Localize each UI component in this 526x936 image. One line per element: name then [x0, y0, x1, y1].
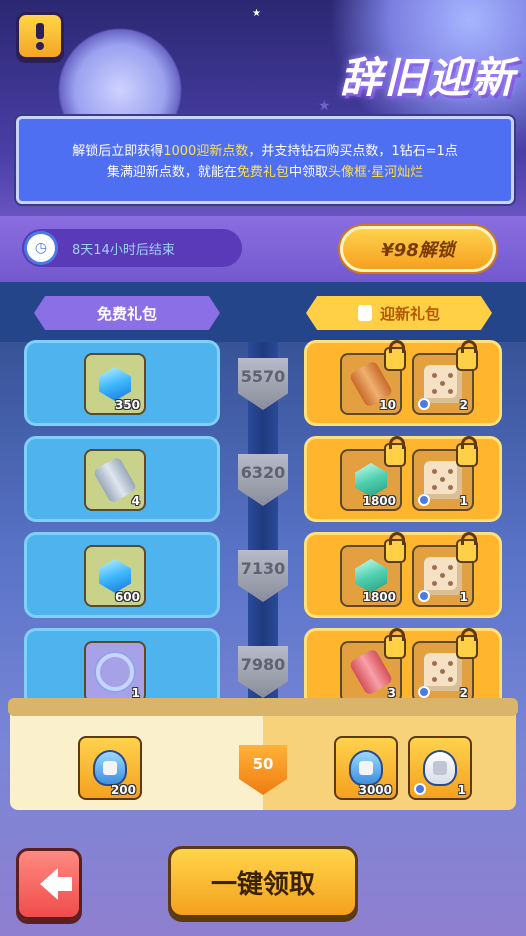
lock-icon: [357, 305, 372, 321]
final-paid-reward-item[interactable]: 3000: [334, 736, 398, 800]
paid-reward-item[interactable]: 1: [412, 436, 478, 511]
exclamation-icon: [36, 22, 44, 50]
final-free-reward-item[interactable]: 200: [78, 736, 142, 800]
blue-gem-icon: [99, 559, 131, 593]
paid-reward-card: 1800 1: [304, 532, 502, 618]
paid-reward-item[interactable]: 3: [340, 628, 406, 703]
paid-reward-item[interactable]: 1800: [340, 436, 406, 511]
lock-icon: [456, 628, 478, 659]
tab-new-year-gift[interactable]: 迎新礼包: [306, 296, 492, 330]
lock-icon: [384, 340, 406, 371]
padlock-icon: [423, 750, 457, 786]
dice-icon: [424, 557, 462, 595]
paid-reward-card: 1800 1: [304, 436, 502, 522]
points-milestone: 7130: [238, 550, 288, 602]
arrow-left-icon: [40, 868, 72, 900]
dice-icon: [424, 365, 462, 403]
free-reward-item[interactable]: 350: [84, 353, 146, 415]
reward-row: 600 7130 1800 1: [0, 532, 526, 620]
final-paid-reward-item[interactable]: 1: [408, 736, 472, 800]
lock-icon: [456, 436, 478, 467]
free-reward-item[interactable]: 1: [84, 641, 146, 703]
description-line-2: 集满迎新点数，就能在免费礼包中领取头像框·星河灿烂: [106, 165, 424, 180]
lock-icon: [456, 532, 478, 563]
free-reward-item[interactable]: 4: [84, 449, 146, 511]
claim-all-button[interactable]: 一键领取: [168, 846, 358, 918]
lock-icon: [456, 340, 478, 371]
dice-icon: [424, 461, 462, 499]
free-reward-card: 350: [24, 340, 220, 426]
clock-icon: ◷: [24, 231, 58, 265]
star-decoration: ★: [318, 98, 331, 114]
lock-icon: [384, 628, 406, 659]
timer-icon: [418, 398, 430, 410]
countdown-timer: ◷ 8天14小时后结束: [22, 229, 242, 267]
free-reward-card: 600: [24, 532, 220, 618]
paid-reward-item[interactable]: 2: [412, 628, 478, 703]
points-milestone: 6320: [238, 454, 288, 506]
unlock-purchase-button[interactable]: ¥98解锁: [340, 226, 496, 272]
padlock-icon: [349, 750, 383, 786]
paid-reward-item[interactable]: 2: [412, 340, 478, 415]
event-description: 解锁后立即获得1000迎新点数，并支持钻石购买点数，1钻石=1点 集满迎新点数，…: [16, 116, 514, 204]
description-line-1: 解锁后立即获得1000迎新点数，并支持钻石购买点数，1钻石=1点: [72, 144, 458, 159]
reward-row: 350 5570 10 2: [0, 340, 526, 428]
back-button[interactable]: [16, 848, 82, 920]
reward-row: 4 6320 1800 1: [0, 436, 526, 524]
tab-row: 免费礼包 迎新礼包: [0, 282, 526, 342]
paid-reward-item[interactable]: 10: [340, 340, 406, 415]
avatar-frame-ring-icon: [96, 653, 134, 691]
paid-reward-item[interactable]: 1: [412, 532, 478, 607]
countdown-text: 8天14小时后结束: [72, 242, 175, 258]
event-title: 辞旧迎新: [339, 53, 516, 102]
free-reward-item[interactable]: 600: [84, 545, 146, 607]
timer-icon: [414, 783, 426, 795]
green-gem-icon: [355, 559, 387, 593]
dice-icon: [424, 653, 462, 691]
timer-icon: [418, 494, 430, 506]
lock-icon: [384, 436, 406, 467]
padlock-icon: [93, 750, 127, 786]
green-gem-icon: [355, 463, 387, 497]
free-reward-card: 4: [24, 436, 220, 522]
paid-reward-item[interactable]: 1800: [340, 532, 406, 607]
help-button[interactable]: [16, 12, 64, 60]
paid-reward-card: 10 2: [304, 340, 502, 426]
points-milestone: 5570: [238, 358, 288, 410]
points-milestone: 7980: [238, 646, 288, 698]
blue-gem-icon: [99, 367, 131, 401]
lock-icon: [384, 532, 406, 563]
tab-free-gift[interactable]: 免费礼包: [34, 296, 220, 330]
star-decoration: ★: [252, 8, 261, 19]
timer-icon: [418, 590, 430, 602]
timer-icon: [418, 686, 430, 698]
